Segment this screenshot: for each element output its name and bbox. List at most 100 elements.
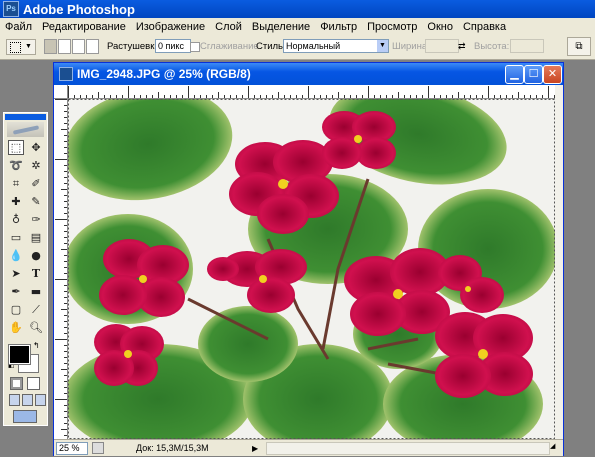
move-tool-icon[interactable]: ✥ — [28, 140, 44, 155]
full-screen-mode-icon[interactable] — [35, 394, 46, 406]
ruler-tick — [64, 273, 67, 274]
zoom-tool-icon[interactable]: 🔍︎ — [28, 320, 44, 335]
foreground-color-swatch[interactable] — [8, 344, 31, 365]
type-tool-icon[interactable]: T — [28, 266, 44, 281]
marquee-tool-icon[interactable]: ⬚ — [8, 140, 24, 155]
swap-colors-icon[interactable]: ↰ — [33, 341, 40, 350]
ruler-tick — [64, 195, 67, 196]
ruler-tick — [200, 95, 201, 98]
swap-dimensions-icon[interactable]: ⇄ — [458, 39, 466, 54]
subtract-from-selection-button[interactable] — [72, 39, 85, 54]
brush-tool-icon[interactable]: ✎ — [28, 194, 44, 209]
status-menu-arrow-icon[interactable]: ▶ — [252, 442, 258, 455]
style-select[interactable]: Нормальный ▼ — [283, 39, 389, 53]
tool-preset-picker[interactable]: ▼ — [6, 39, 36, 55]
ruler-tick — [64, 207, 67, 208]
ruler-tick — [134, 95, 135, 98]
tool-grid: ⬚ ✥ ➰ ✲ ⌗ ✐ ✚ ✎ ♁ ✑ ▭ ▤ 💧 ● ➤ T ✒ ▬ ▢ ⟋ … — [8, 140, 43, 335]
rectangle-tool-icon[interactable]: ▬ — [28, 284, 44, 299]
close-button[interactable]: ✕ — [543, 65, 562, 84]
status-bar: 25 % Док: 15,3M/15,3M ▶ ◢ — [54, 439, 563, 456]
ruler-tick — [68, 86, 69, 98]
clone-stamp-tool-icon[interactable]: ♁ — [8, 212, 24, 227]
ruler-tick — [224, 95, 225, 98]
jump-to-imageready-icon[interactable] — [13, 410, 37, 423]
menu-filter[interactable]: Фильтр — [315, 21, 362, 33]
height-input[interactable] — [510, 39, 544, 53]
document-title-bar[interactable]: IMG_2948.JPG @ 25% (RGB/8) — [54, 63, 563, 85]
menu-window[interactable]: Окно — [422, 21, 458, 33]
menu-file[interactable]: Файл — [0, 21, 37, 33]
antialias-checkbox[interactable] — [190, 42, 200, 52]
ruler-tick — [512, 95, 513, 98]
ruler-tick — [64, 213, 67, 214]
hand-tool-icon[interactable]: ✋ — [8, 320, 24, 335]
menu-layer[interactable]: Слой — [210, 21, 247, 33]
blur-tool-icon[interactable]: 💧 — [8, 248, 24, 263]
ruler-tick — [64, 435, 67, 436]
notes-tool-icon[interactable]: ▢ — [8, 302, 24, 317]
zoom-level-field[interactable]: 25 % — [56, 442, 88, 455]
height-label: Высота: — [474, 41, 510, 52]
healing-brush-tool-icon[interactable]: ✚ — [8, 194, 24, 209]
maximize-button[interactable]: ☐ — [524, 65, 543, 84]
magic-wand-tool-icon[interactable]: ✲ — [28, 158, 44, 173]
dodge-tool-icon[interactable]: ● — [28, 248, 44, 263]
chevron-down-icon: ▼ — [25, 43, 32, 50]
ruler-tick — [86, 95, 87, 98]
full-screen-menu-mode-icon[interactable] — [22, 394, 33, 406]
intersect-selection-button[interactable] — [86, 39, 99, 54]
toolbox-title-bar[interactable] — [5, 114, 46, 120]
ruler-tick — [206, 95, 207, 98]
eyedropper-tool-icon[interactable]: ⟋ — [28, 302, 44, 317]
ruler-tick — [64, 381, 67, 382]
ruler-tick — [428, 86, 429, 98]
standard-screen-mode-icon[interactable] — [9, 394, 20, 406]
feather-input[interactable]: 0 пикс — [155, 39, 191, 53]
ruler-tick — [296, 95, 297, 98]
ruler-tick — [476, 95, 477, 98]
horizontal-scrollbar[interactable] — [266, 442, 550, 455]
document-icon — [59, 67, 73, 81]
quick-mask-mode-icon[interactable] — [27, 377, 40, 390]
new-selection-button[interactable] — [44, 39, 57, 54]
pen-tool-icon[interactable]: ✒ — [8, 284, 24, 299]
eraser-tool-icon[interactable]: ▭ — [8, 230, 24, 245]
lasso-tool-icon[interactable]: ➰ — [8, 158, 24, 173]
minimize-button[interactable]: ▁ — [505, 65, 524, 84]
image-canvas[interactable] — [68, 99, 555, 439]
resize-grip-icon[interactable]: ◢ — [550, 442, 559, 451]
ruler-tick — [242, 95, 243, 98]
vertical-scrollbar[interactable] — [555, 85, 563, 439]
ruler-tick — [64, 243, 67, 244]
ruler-tick — [64, 303, 67, 304]
color-swatches: ↰ ◧ — [4, 339, 47, 373]
path-selection-tool-icon[interactable]: ➤ — [8, 266, 24, 281]
feather-logo-icon[interactable] — [7, 122, 44, 137]
chevron-down-icon: ▼ — [377, 40, 388, 52]
add-to-selection-button[interactable] — [58, 39, 71, 54]
ruler-tick — [110, 95, 111, 98]
width-input[interactable] — [425, 39, 459, 53]
palette-well-button[interactable]: ⧉ — [567, 37, 591, 56]
ruler-tick — [284, 95, 285, 98]
menu-edit[interactable]: Редактирование — [37, 21, 131, 33]
ruler-tick — [64, 333, 67, 334]
menu-image[interactable]: Изображение — [131, 21, 210, 33]
ruler-tick — [506, 95, 507, 98]
ruler-tick — [254, 95, 255, 98]
ruler-origin[interactable] — [54, 85, 68, 99]
ruler-tick — [64, 165, 67, 166]
menu-view[interactable]: Просмотр — [362, 21, 422, 33]
ruler-tick — [64, 327, 67, 328]
ruler-tick — [302, 95, 303, 98]
gradient-tool-icon[interactable]: ▤ — [28, 230, 44, 245]
ruler-tick — [212, 95, 213, 98]
menu-help[interactable]: Справка — [458, 21, 511, 33]
style-select-value: Нормальный — [286, 41, 341, 51]
slice-tool-icon[interactable]: ✐ — [28, 176, 44, 191]
crop-tool-icon[interactable]: ⌗ — [8, 176, 24, 191]
history-brush-tool-icon[interactable]: ✑ — [28, 212, 44, 227]
standard-mode-icon[interactable] — [10, 377, 23, 390]
menu-select[interactable]: Выделение — [247, 21, 315, 33]
